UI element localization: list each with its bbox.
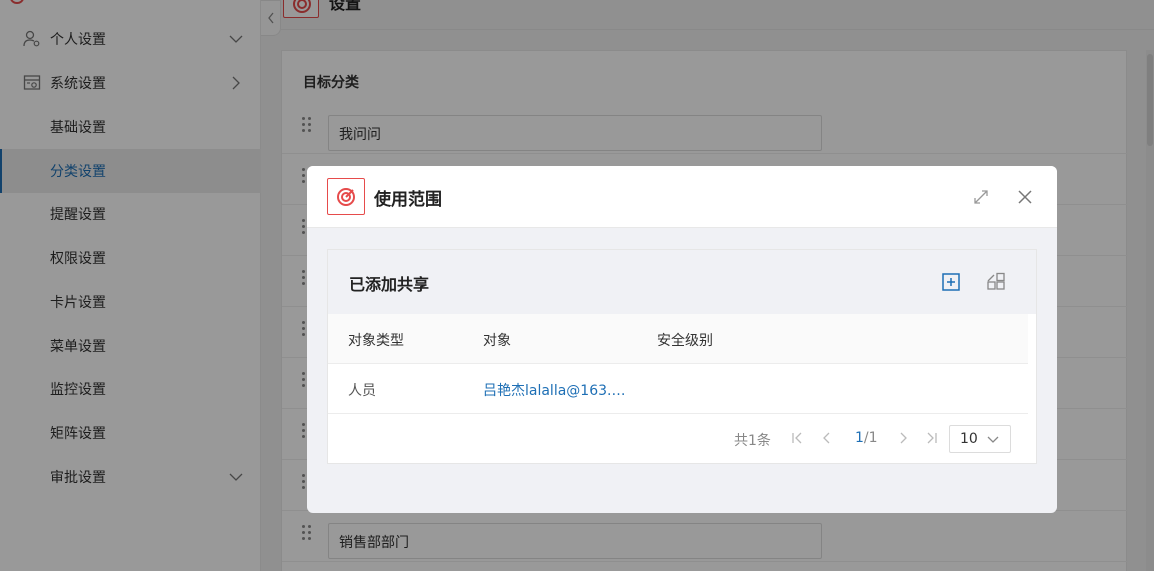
dialog-title: 使用范围 <box>374 190 442 210</box>
layout-grid-icon[interactable] <box>986 272 1006 292</box>
panel-title: 已添加共享 <box>349 275 430 294</box>
object-link[interactable]: 吕艳杰lalalla@163.com <box>483 380 628 400</box>
column-header: 对象 <box>483 333 511 349</box>
column-header: 安全级别 <box>657 333 713 349</box>
close-icon[interactable] <box>1017 189 1033 205</box>
add-icon[interactable] <box>941 272 961 292</box>
last-page-icon[interactable] <box>925 431 939 445</box>
page-indicator: 1/1 <box>855 430 878 446</box>
dialog-header: 使用范围 <box>307 166 1057 228</box>
total-count: 共1条 <box>734 433 771 449</box>
shared-list-panel: 已添加共享 对象类型 对象 安全级别 人员 吕艳杰lalalla@163.com… <box>327 249 1037 464</box>
first-page-icon[interactable] <box>790 431 804 445</box>
target-logo-icon <box>327 178 365 215</box>
current-page: 1 <box>855 430 864 446</box>
chevron-down-icon <box>987 436 999 443</box>
next-page-icon[interactable] <box>896 431 910 445</box>
page-size-select[interactable]: 10 <box>949 425 1011 453</box>
usage-scope-dialog: 使用范围 已添加共享 对象类型 对象 安全级别 人员 吕艳杰lalalla@16… <box>307 166 1057 513</box>
object-type-cell: 人员 <box>348 383 376 399</box>
pagination: 共1条 1/1 10 <box>328 414 1036 464</box>
table-header: 对象类型 对象 安全级别 <box>328 314 1028 364</box>
expand-icon[interactable] <box>973 189 989 205</box>
prev-page-icon[interactable] <box>820 431 834 445</box>
column-header: 对象类型 <box>348 333 404 349</box>
table-row[interactable]: 人员 吕艳杰lalalla@163.com <box>328 364 1028 414</box>
page-size-value: 10 <box>960 431 978 447</box>
page-count: 1 <box>868 430 878 446</box>
shared-list-header: 已添加共享 <box>328 250 1036 314</box>
